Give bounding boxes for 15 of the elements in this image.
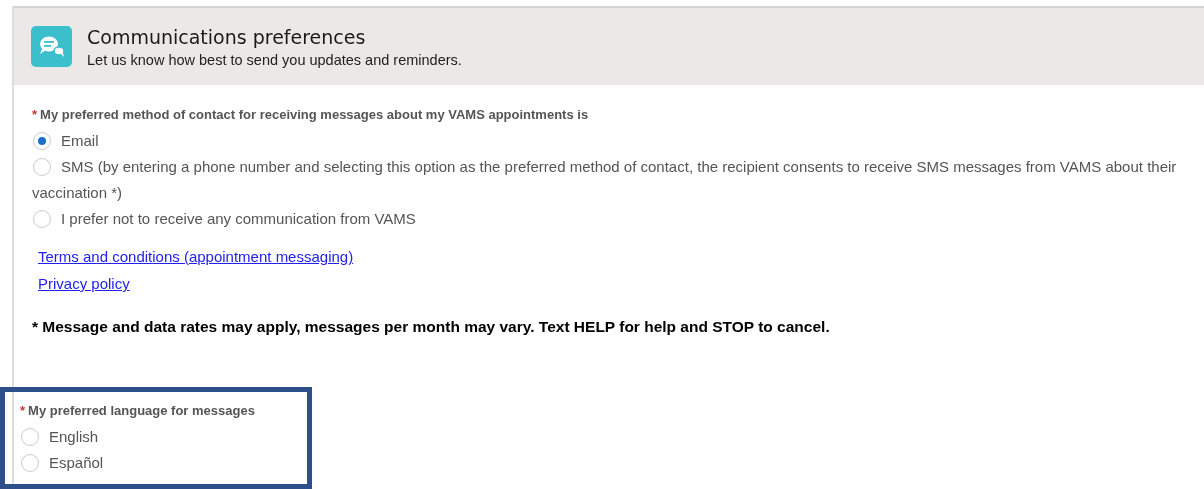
section-title: Communications preferences (87, 26, 367, 48)
disclaimer-note: * Message and data rates may apply, messages per month may vary. Text HELP for help and STOP to cancel. (32, 318, 831, 336)
section-subtitle: Let us know how best to send you updates and reminders. (87, 52, 462, 68)
question-label: My preferred language for messages (28, 403, 255, 418)
radio-option[interactable]: SMS (by entering a phone number and selecting this option as the preferred method of contact, the recipient consents to receive SMS messages from VAMS about their vaccination *) (32, 154, 1182, 206)
radio-option[interactable]: English (20, 424, 307, 450)
text-link[interactable]: Privacy policy (38, 275, 130, 292)
radio-option[interactable]: Email (32, 128, 1182, 154)
required-asterisk: * (32, 107, 38, 122)
chat-bubbles-icon (31, 26, 72, 67)
radio-option[interactable]: I prefer not to receive any communication from VAMS (32, 206, 1182, 232)
required-asterisk: * (20, 403, 26, 418)
text-link[interactable]: Terms and conditions (appointment messaging) (38, 248, 354, 265)
question-label: My preferred method of contact for receiving messages about my VAMS appointments is (40, 107, 589, 122)
radio-option[interactable]: Español (20, 450, 307, 476)
